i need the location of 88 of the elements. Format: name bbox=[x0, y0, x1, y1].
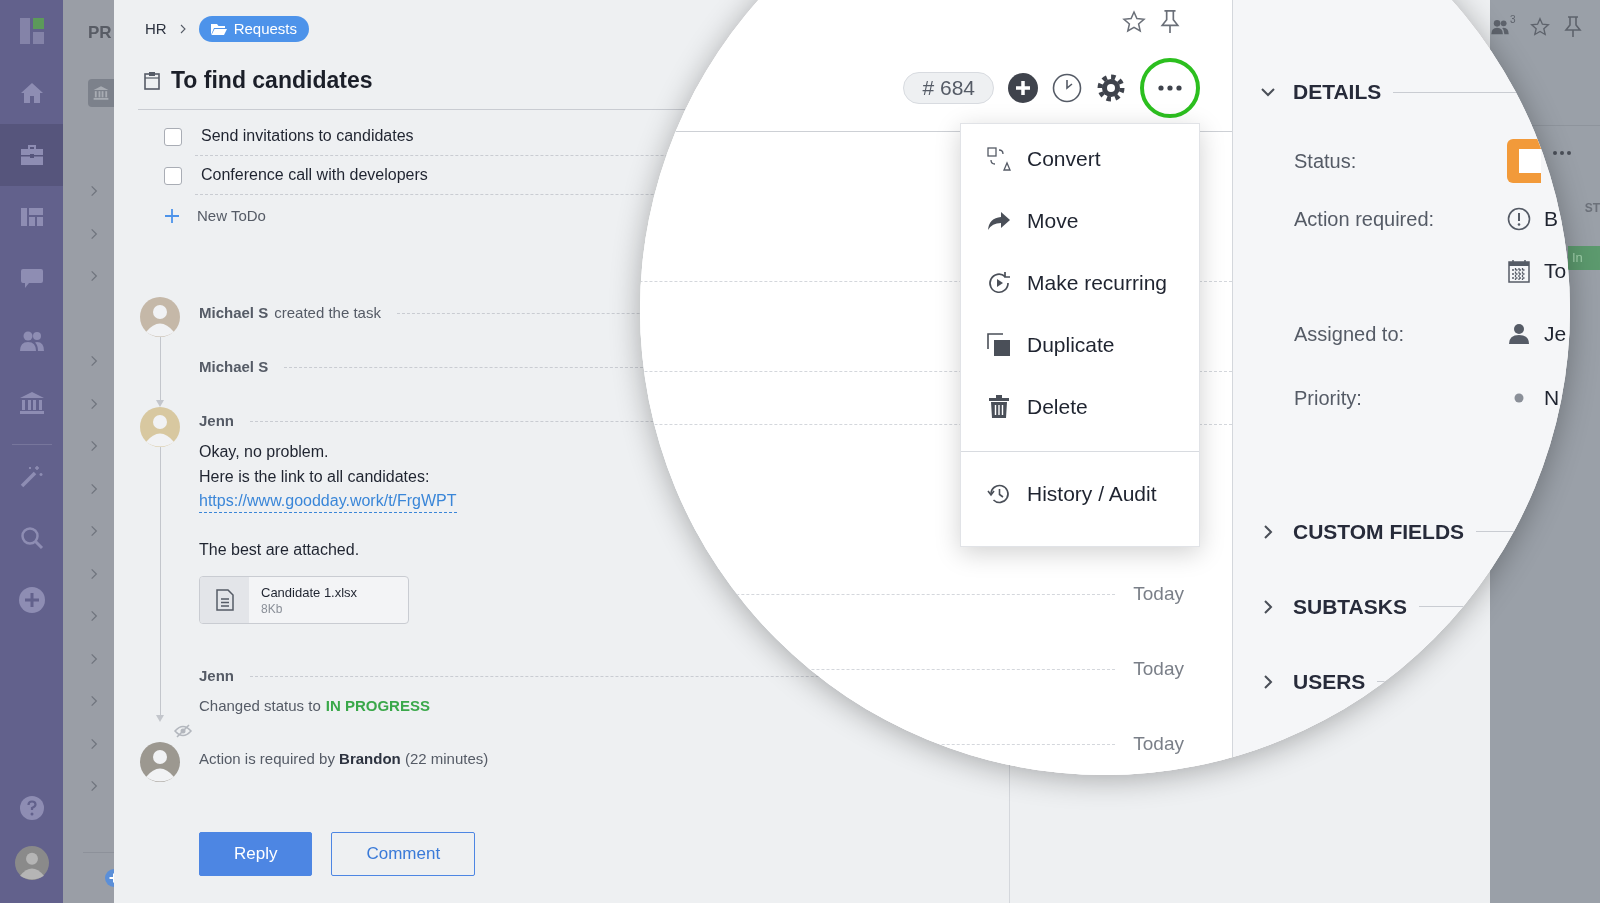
message-text: The best are attached. bbox=[199, 540, 360, 560]
menu-item[interactable]: Delete bbox=[961, 376, 1199, 438]
people-icon bbox=[18, 330, 45, 352]
avatar[interactable] bbox=[14, 846, 49, 880]
dashboard-icon bbox=[19, 207, 44, 227]
breadcrumb-link[interactable]: HR bbox=[145, 17, 167, 41]
new-todo-link[interactable]: New ToDo bbox=[197, 204, 266, 228]
field-label: Priority: bbox=[1294, 386, 1362, 411]
field-value: B bbox=[1544, 206, 1558, 233]
comment-button[interactable]: Comment bbox=[331, 832, 476, 876]
field-label: Status: bbox=[1294, 149, 1357, 174]
duplicate-icon bbox=[987, 333, 1011, 357]
status-badge: In bbox=[1568, 246, 1600, 270]
help-icon[interactable] bbox=[19, 796, 44, 820]
connector-line bbox=[159, 337, 161, 347]
field-value: Je bbox=[1544, 321, 1567, 348]
menu-item[interactable]: History / Audit bbox=[961, 463, 1199, 525]
author-name: Michael S bbox=[199, 356, 269, 377]
share-arrow-icon bbox=[987, 211, 1011, 231]
todo-text: Conference call with developers bbox=[201, 165, 428, 185]
chat-icon bbox=[19, 268, 44, 290]
message-text: Okay, no problem. bbox=[199, 442, 329, 462]
menu-item[interactable]: Convert bbox=[961, 128, 1199, 190]
section-title[interactable]: CUSTOM FIELDS bbox=[1293, 515, 1465, 548]
menu-item[interactable]: Make recurring bbox=[961, 252, 1199, 314]
field-value: N bbox=[1544, 385, 1560, 412]
event-text: Action is required by Brandon (22 minutes) bbox=[199, 748, 489, 769]
briefcase-icon bbox=[18, 144, 45, 166]
activity-date: Today bbox=[1133, 657, 1184, 682]
field-label: Assigned to: bbox=[1294, 322, 1405, 347]
magic-wand-icon bbox=[19, 464, 44, 488]
pin-icon[interactable] bbox=[1160, 9, 1180, 35]
plus-icon[interactable] bbox=[165, 209, 179, 223]
star-icon[interactable] bbox=[1122, 10, 1146, 34]
calendar-icon bbox=[1508, 259, 1530, 283]
clipboard-icon bbox=[144, 70, 160, 90]
author-name: Jenn bbox=[199, 410, 234, 431]
alert-icon bbox=[1507, 207, 1531, 231]
section-title[interactable]: SUBTASKS bbox=[1293, 590, 1407, 623]
status-label: IN PROGRESS bbox=[325, 695, 430, 716]
pin-icon[interactable] bbox=[1563, 16, 1582, 38]
message-text: Here is the link to all candidates: bbox=[199, 467, 430, 487]
search-icon bbox=[19, 526, 44, 550]
person-icon bbox=[1508, 323, 1530, 345]
bank-icon bbox=[18, 391, 45, 415]
app-logo-icon bbox=[18, 16, 45, 46]
menu-item[interactable]: Move bbox=[961, 190, 1199, 252]
add-icon bbox=[17, 586, 46, 614]
nav-item[interactable] bbox=[0, 124, 63, 186]
star-icon[interactable] bbox=[1529, 17, 1550, 37]
reply-button[interactable]: Reply bbox=[199, 832, 313, 876]
home-icon bbox=[19, 82, 44, 104]
eye-slash-icon bbox=[174, 724, 192, 738]
file-name: Candidate 1.xlsx bbox=[261, 583, 358, 601]
task-title: To find candidates bbox=[171, 65, 373, 95]
menu-item[interactable]: Duplicate bbox=[961, 314, 1199, 376]
status-button[interactable] bbox=[1507, 139, 1541, 183]
field-label: Action required: bbox=[1294, 207, 1435, 232]
author-name: Michael S bbox=[199, 302, 269, 323]
users-icon[interactable] bbox=[1490, 19, 1510, 35]
settings-icon[interactable] bbox=[1096, 72, 1126, 103]
author-name: Jenn bbox=[199, 665, 234, 686]
replay-icon bbox=[987, 271, 1011, 295]
history-icon bbox=[987, 482, 1011, 506]
folder-icon bbox=[210, 22, 227, 36]
field-value: To bbox=[1544, 258, 1567, 285]
shapes-icon bbox=[987, 147, 1011, 171]
more-icon[interactable] bbox=[1158, 84, 1182, 91]
event-text: created the task bbox=[274, 302, 381, 323]
event-text: Changed status to bbox=[199, 695, 321, 716]
trash-icon bbox=[988, 395, 1010, 419]
checkbox[interactable] bbox=[164, 166, 182, 185]
activity-date: Today bbox=[1133, 582, 1184, 607]
activity-date: Today bbox=[1133, 732, 1184, 757]
section-title[interactable]: DETAILS bbox=[1293, 76, 1382, 108]
document-icon bbox=[215, 589, 234, 611]
watcher-count: 3 bbox=[1510, 15, 1516, 25]
attachment-card[interactable]: Candidate 1.xlsx 8Kb bbox=[199, 576, 409, 624]
file-size: 8Kb bbox=[261, 600, 284, 617]
add-icon[interactable] bbox=[1008, 72, 1038, 103]
todo-text: Send invitations to candidates bbox=[201, 126, 414, 146]
section-title[interactable]: USERS bbox=[1293, 665, 1366, 698]
clock-icon[interactable] bbox=[1052, 72, 1082, 103]
task-number-badge: # 684 bbox=[903, 71, 994, 104]
checkbox[interactable] bbox=[164, 127, 182, 146]
bank-glyph-icon bbox=[93, 85, 109, 101]
panel-title: PR bbox=[88, 22, 112, 45]
priority-dot-icon bbox=[1514, 393, 1524, 403]
